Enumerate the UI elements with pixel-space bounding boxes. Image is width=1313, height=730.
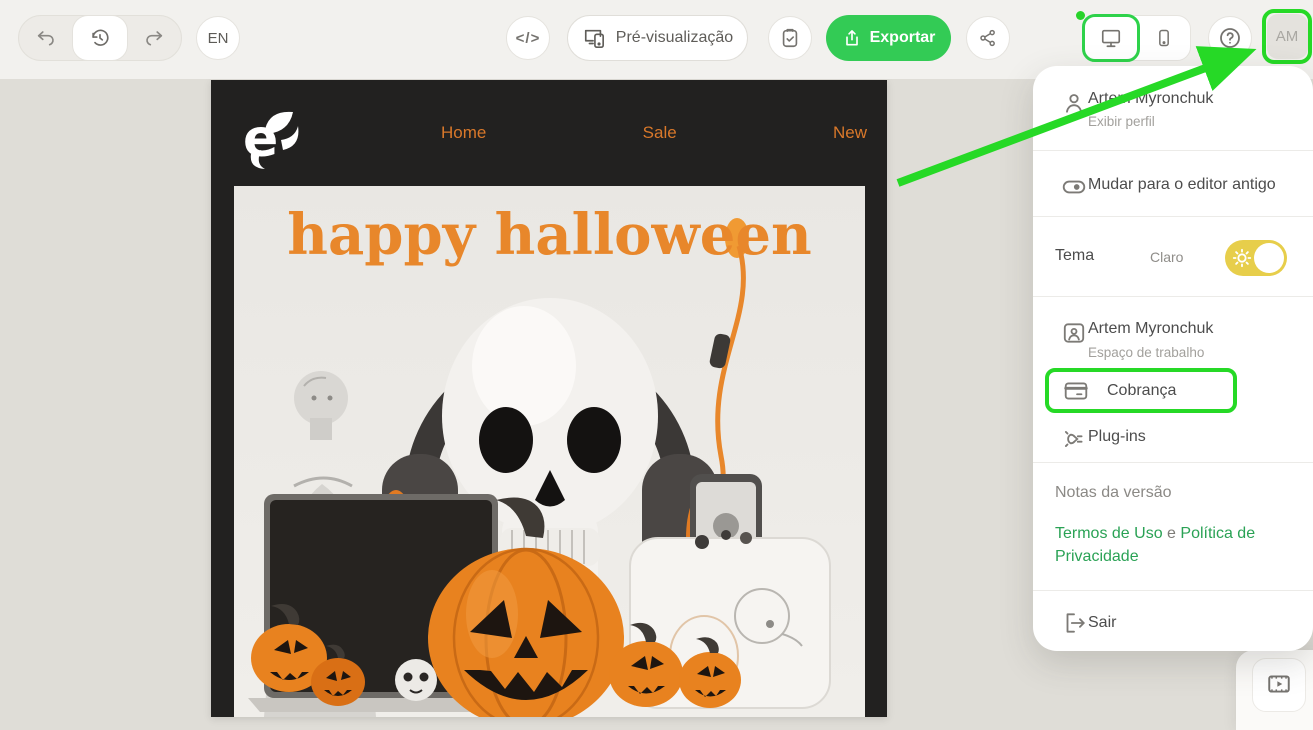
account-avatar[interactable]: AM bbox=[1267, 14, 1308, 59]
avatar-highlight-box: AM bbox=[1262, 9, 1312, 64]
preview-label: Pré-visualização bbox=[616, 29, 733, 47]
device-toggle-group bbox=[1083, 15, 1191, 61]
email-nav-home[interactable]: Home bbox=[441, 123, 486, 143]
clipboard-check-icon bbox=[779, 27, 801, 49]
billing-label: Cobrança bbox=[1107, 382, 1176, 400]
corner-panel bbox=[1236, 650, 1313, 730]
plugins-label: Plug-ins bbox=[1088, 428, 1146, 446]
terms-connector: e bbox=[1163, 525, 1181, 542]
switch-editor-label: Mudar para o editor antigo bbox=[1088, 176, 1276, 194]
export-button[interactable]: Exportar bbox=[826, 15, 951, 61]
menu-divider bbox=[1033, 216, 1313, 217]
email-nav-new[interactable]: New bbox=[833, 123, 867, 143]
upload-icon bbox=[842, 28, 862, 48]
phone-icon bbox=[1154, 27, 1174, 49]
toggle-knob bbox=[1254, 243, 1284, 273]
monitor-icon bbox=[1099, 27, 1123, 49]
email-nav: Home Sale New bbox=[441, 80, 867, 186]
history-button[interactable] bbox=[72, 15, 127, 61]
logout-label: Sair bbox=[1088, 614, 1116, 632]
email-nav-sale[interactable]: Sale bbox=[643, 123, 677, 143]
menu-divider bbox=[1033, 590, 1313, 591]
question-icon bbox=[1218, 26, 1242, 50]
desktop-view-button[interactable] bbox=[1082, 14, 1140, 62]
checklist-button[interactable] bbox=[768, 16, 812, 60]
brand-logo: e bbox=[235, 98, 301, 170]
account-dropdown-menu: Artem Myronchuk Exibir perfil Mudar para… bbox=[1033, 66, 1313, 651]
avatar-initials: AM bbox=[1276, 28, 1299, 45]
toggle-icon bbox=[1061, 174, 1087, 200]
share-icon bbox=[978, 28, 998, 48]
workspace-name: Artem Myronchuk bbox=[1088, 320, 1213, 338]
credit-card-icon bbox=[1063, 378, 1089, 404]
mobile-view-button[interactable] bbox=[1138, 16, 1190, 60]
theme-label: Tema bbox=[1055, 247, 1094, 265]
plug-icon bbox=[1061, 426, 1087, 452]
menu-divider bbox=[1033, 462, 1313, 463]
devices-icon bbox=[582, 27, 606, 49]
hero-image-block[interactable]: happy halloween bbox=[234, 186, 865, 717]
export-label: Exportar bbox=[870, 29, 936, 47]
video-tutorial-icon bbox=[1266, 671, 1292, 700]
menu-item-release-notes[interactable]: Notas da versão bbox=[1055, 484, 1172, 502]
profile-subtitle: Exibir perfil bbox=[1088, 114, 1155, 129]
terms-privacy-block: Termos de Uso e Política de Privacidade bbox=[1055, 522, 1291, 568]
theme-value: Claro bbox=[1150, 249, 1183, 265]
share-button[interactable] bbox=[966, 16, 1010, 60]
redo-button[interactable] bbox=[128, 16, 181, 60]
history-button-group bbox=[18, 15, 182, 61]
logout-icon bbox=[1061, 610, 1087, 636]
menu-divider bbox=[1033, 296, 1313, 297]
language-label: EN bbox=[208, 30, 229, 47]
terms-link[interactable]: Termos de Uso bbox=[1055, 525, 1163, 542]
menu-divider bbox=[1033, 150, 1313, 151]
redo-icon bbox=[143, 27, 165, 49]
preview-button[interactable]: Pré-visualização bbox=[567, 15, 748, 61]
theme-toggle[interactable] bbox=[1225, 240, 1287, 276]
undo-icon bbox=[35, 27, 57, 49]
history-icon bbox=[89, 27, 111, 49]
email-header: e Home Sale New bbox=[211, 80, 887, 186]
workspace-subtitle: Espaço de trabalho bbox=[1088, 345, 1204, 360]
logo-letter: e bbox=[243, 109, 278, 169]
workspace-icon bbox=[1061, 320, 1087, 346]
undo-button[interactable] bbox=[19, 16, 72, 60]
video-tutorial-button[interactable] bbox=[1252, 658, 1306, 712]
help-button[interactable] bbox=[1208, 16, 1252, 60]
code-icon: </> bbox=[516, 30, 541, 47]
profile-name: Artem Myronchuk bbox=[1088, 90, 1213, 108]
code-editor-button[interactable]: </> bbox=[506, 16, 550, 60]
language-button[interactable]: EN bbox=[196, 16, 240, 60]
hero-title: happy halloween bbox=[234, 202, 865, 268]
email-canvas[interactable]: e Home Sale New bbox=[211, 80, 887, 717]
sun-icon bbox=[1231, 247, 1253, 274]
menu-item-billing[interactable]: Cobrança bbox=[1045, 368, 1237, 413]
person-icon bbox=[1061, 90, 1087, 116]
